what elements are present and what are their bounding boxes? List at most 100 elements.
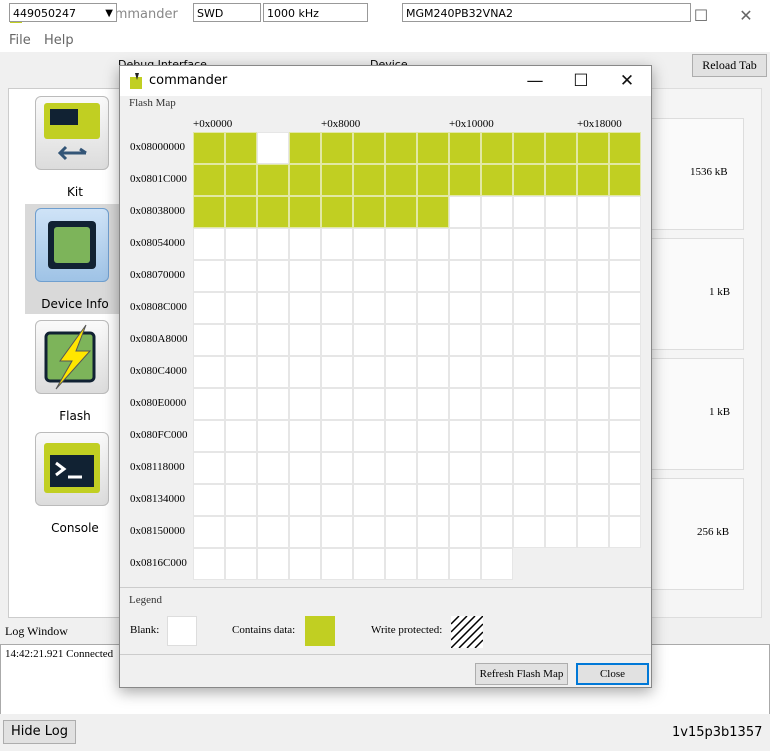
flash-map-grid (193, 132, 641, 580)
flash-page-used (289, 132, 321, 164)
flash-page-blank (257, 132, 289, 164)
flash-page-blank (257, 324, 289, 356)
flash-page-blank (609, 388, 641, 420)
flash-page-used (417, 132, 449, 164)
flash-page-blank (545, 292, 577, 324)
flash-page-blank (321, 356, 353, 388)
flash-page-blank (321, 516, 353, 548)
flash-page-blank (193, 228, 225, 260)
nav-item-device-info[interactable]: Device Info (25, 204, 125, 314)
flash-page-used (289, 164, 321, 196)
column-label: +0x8000 (321, 118, 361, 130)
flash-page-blank (609, 196, 641, 228)
flash-page-blank (385, 324, 417, 356)
flash-page-used (257, 164, 289, 196)
console-icon (35, 432, 109, 506)
dialog-maximize-icon[interactable]: ☐ (558, 66, 604, 96)
flash-page-blank (257, 292, 289, 324)
close-button[interactable]: Close (576, 663, 649, 685)
flash-page-used (257, 196, 289, 228)
flash-page-blank (289, 420, 321, 452)
flash-page-blank (257, 420, 289, 452)
flash-page-blank (417, 548, 449, 580)
flash-page-blank (321, 548, 353, 580)
nav-item-flash[interactable]: Flash (25, 316, 125, 426)
info-value-2: 1 kB (709, 286, 731, 298)
flash-page-blank (353, 260, 385, 292)
hide-log-button[interactable]: Hide Log (3, 720, 76, 744)
flash-page-blank (385, 228, 417, 260)
adapter-select[interactable]: 449050247 ▼ (9, 3, 117, 22)
flash-page-blank (289, 484, 321, 516)
close-icon[interactable]: ✕ (723, 0, 769, 30)
flash-page-blank (449, 388, 481, 420)
flash-page-blank (321, 260, 353, 292)
flash-page-blank (289, 324, 321, 356)
flash-page-blank (385, 484, 417, 516)
debug-interface-select[interactable]: SWD (193, 3, 261, 22)
flash-page-blank (225, 324, 257, 356)
flash-page-blank (417, 260, 449, 292)
menubar (0, 30, 770, 52)
flash-page-blank (193, 548, 225, 580)
flash-page-blank (545, 196, 577, 228)
menu-file[interactable]: File (9, 33, 31, 48)
flash-page-blank (257, 452, 289, 484)
flash-page-blank (481, 324, 513, 356)
refresh-flash-map-button[interactable]: Refresh Flash Map (475, 663, 568, 685)
button-separator (120, 654, 651, 655)
flash-page-blank (257, 260, 289, 292)
flash-page-blank (417, 484, 449, 516)
flash-page-blank (321, 324, 353, 356)
flash-page-used (321, 196, 353, 228)
flash-page-blank (385, 292, 417, 324)
flash-page-blank (225, 388, 257, 420)
nav-label-console: Console (51, 521, 99, 535)
flash-page-blank (417, 388, 449, 420)
flash-page-blank (449, 292, 481, 324)
flash-page-blank (385, 548, 417, 580)
speed-select[interactable]: 1000 kHz (263, 3, 368, 22)
flash-page-used (321, 164, 353, 196)
flash-page-blank (449, 452, 481, 484)
dialog-close-icon[interactable]: ✕ (604, 66, 650, 96)
flash-page-blank (385, 388, 417, 420)
flash-page-blank (353, 452, 385, 484)
nav-item-kit[interactable]: Kit (25, 92, 125, 202)
nav-label-device-info: Device Info (41, 297, 109, 311)
flash-page-blank (577, 420, 609, 452)
flash-page-blank (513, 484, 545, 516)
flash-page-blank (417, 292, 449, 324)
flash-page-blank (257, 484, 289, 516)
device-field[interactable]: MGM240PB32VNA2 (402, 3, 691, 22)
flash-page-blank (609, 452, 641, 484)
legend-title: Legend (129, 594, 162, 606)
flash-page-blank (513, 260, 545, 292)
ram-size-value: 256 kB (697, 526, 730, 538)
flash-page-blank (609, 484, 641, 516)
flash-page-blank (545, 324, 577, 356)
flash-page-blank (577, 356, 609, 388)
row-address-label: 0x0801C000 (130, 173, 187, 185)
flash-page-blank (545, 228, 577, 260)
dialog-minimize-icon[interactable]: — (512, 66, 558, 96)
flash-page-blank (449, 516, 481, 548)
flash-page-blank (193, 292, 225, 324)
flash-page-blank (449, 228, 481, 260)
flash-page-blank (225, 228, 257, 260)
flash-page-blank (385, 356, 417, 388)
reload-tab-button[interactable]: Reload Tab (692, 54, 767, 77)
column-label: +0x0000 (193, 118, 233, 130)
legend-write-protected-swatch (451, 616, 483, 648)
flash-page-blank (577, 388, 609, 420)
legend-data-label: Contains data: (232, 624, 296, 636)
statusbar (0, 714, 770, 751)
nav-item-console[interactable]: Console (25, 428, 125, 538)
flash-page-blank (193, 260, 225, 292)
flash-page-used (193, 132, 225, 164)
flash-page-blank (609, 228, 641, 260)
menu-help[interactable]: Help (44, 33, 74, 48)
flash-page-blank (545, 260, 577, 292)
row-address-label: 0x08000000 (130, 141, 185, 153)
flash-page-used (193, 196, 225, 228)
